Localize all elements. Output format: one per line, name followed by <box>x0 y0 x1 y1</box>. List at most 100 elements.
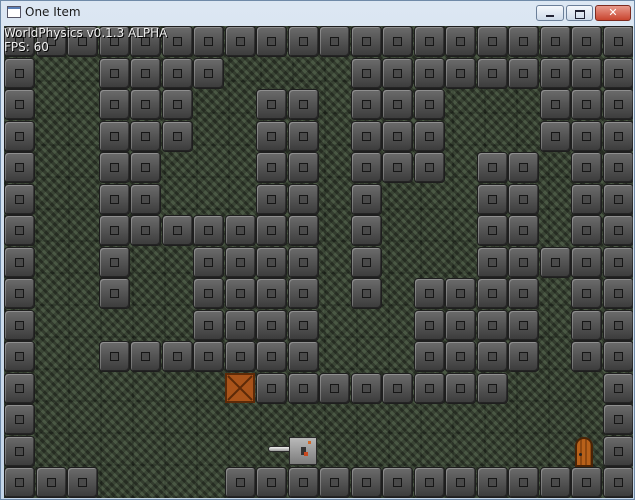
wall-tile <box>319 467 350 498</box>
wall-tile <box>162 341 193 372</box>
wall-tile <box>4 373 35 404</box>
wall-tile <box>288 152 319 183</box>
wall-tile <box>540 26 571 57</box>
wall-tile <box>571 89 602 120</box>
wall-tile <box>4 436 35 467</box>
wall-tile <box>351 215 382 246</box>
minimize-icon <box>546 15 554 17</box>
wall-tile <box>351 184 382 215</box>
wall-tile <box>477 467 508 498</box>
player-light <box>304 452 308 456</box>
wall-tile <box>288 341 319 372</box>
wall-tile <box>508 310 539 341</box>
wall-tile <box>99 152 130 183</box>
wall-tile <box>225 247 256 278</box>
wall-tile <box>414 278 445 309</box>
wall-tile <box>603 152 633 183</box>
wall-tile <box>4 152 35 183</box>
wall-tile <box>193 247 224 278</box>
wall-tile <box>4 278 35 309</box>
wall-tile <box>540 89 571 120</box>
crate-icon <box>225 373 255 403</box>
wall-tile <box>193 278 224 309</box>
wall-tile <box>351 247 382 278</box>
wall-tile <box>4 467 35 498</box>
wall-tile <box>414 89 445 120</box>
wall-tile <box>4 247 35 278</box>
wall-tile <box>477 26 508 57</box>
wall-tile <box>288 121 319 152</box>
wall-tile <box>256 278 287 309</box>
wall-tile <box>36 467 67 498</box>
wall-tile <box>225 278 256 309</box>
game-window: One Item ✕ WorldPhysics v0.1.3 ALPHA FPS… <box>0 0 635 500</box>
close-icon: ✕ <box>608 6 618 19</box>
maximize-button[interactable] <box>566 5 593 21</box>
wall-tile <box>445 278 476 309</box>
wall-tile <box>603 278 633 309</box>
close-button[interactable]: ✕ <box>595 5 631 21</box>
door-icon <box>575 437 593 467</box>
title-bar[interactable]: One Item ✕ <box>1 1 634 25</box>
wall-tile <box>445 26 476 57</box>
wall-tile <box>225 341 256 372</box>
game-viewport[interactable]: WorldPhysics v0.1.3 ALPHA FPS: 60 <box>4 26 633 498</box>
wall-tile <box>256 467 287 498</box>
wall-tile <box>571 341 602 372</box>
wall-tile <box>477 278 508 309</box>
wall-tile <box>571 278 602 309</box>
wall-tile <box>382 26 413 57</box>
wall-tile <box>414 58 445 89</box>
wall-tile <box>67 467 98 498</box>
wall-tile <box>477 215 508 246</box>
wall-tile <box>508 58 539 89</box>
wall-tile <box>99 184 130 215</box>
wall-tile <box>225 215 256 246</box>
window-title: One Item <box>25 5 81 19</box>
wall-tile <box>351 152 382 183</box>
wall-tile <box>603 467 633 498</box>
wall-tile <box>130 341 161 372</box>
wall-tile <box>477 152 508 183</box>
wall-tile <box>414 341 445 372</box>
wall-tile <box>571 121 602 152</box>
wall-tile <box>382 121 413 152</box>
wall-tile <box>571 152 602 183</box>
window-icon <box>7 6 21 18</box>
wall-tile <box>193 58 224 89</box>
wall-tile <box>130 121 161 152</box>
wall-tile <box>288 247 319 278</box>
wall-tile <box>445 58 476 89</box>
wall-tile <box>99 341 130 372</box>
wall-tile <box>351 89 382 120</box>
fps-readout: FPS: 60 <box>4 40 167 54</box>
minimize-button[interactable] <box>536 5 564 21</box>
wall-tile <box>288 310 319 341</box>
wall-tile <box>162 121 193 152</box>
version-label: WorldPhysics v0.1.3 ALPHA <box>4 26 168 40</box>
wall-tile <box>225 310 256 341</box>
hud-overlay: WorldPhysics v0.1.3 ALPHA FPS: 60 <box>4 26 167 54</box>
wall-tile <box>508 278 539 309</box>
wall-tile <box>603 58 633 89</box>
wall-tile <box>414 152 445 183</box>
wall-tile <box>130 184 161 215</box>
wall-tile <box>508 152 539 183</box>
wall-tile <box>382 467 413 498</box>
wall-tile <box>603 26 633 57</box>
wall-tile <box>256 341 287 372</box>
wall-tile <box>99 278 130 309</box>
wall-tile <box>603 215 633 246</box>
wall-tile <box>571 26 602 57</box>
wall-tile <box>508 215 539 246</box>
wall-tile <box>414 121 445 152</box>
wall-tile <box>351 278 382 309</box>
wall-tile <box>508 467 539 498</box>
wall-tile <box>351 58 382 89</box>
wall-tile <box>4 404 35 435</box>
wall-tile <box>508 247 539 278</box>
fps-label: FPS: <box>4 40 30 54</box>
crate-cross-icon <box>227 375 253 401</box>
wall-tile <box>603 184 633 215</box>
wall-tile <box>382 152 413 183</box>
